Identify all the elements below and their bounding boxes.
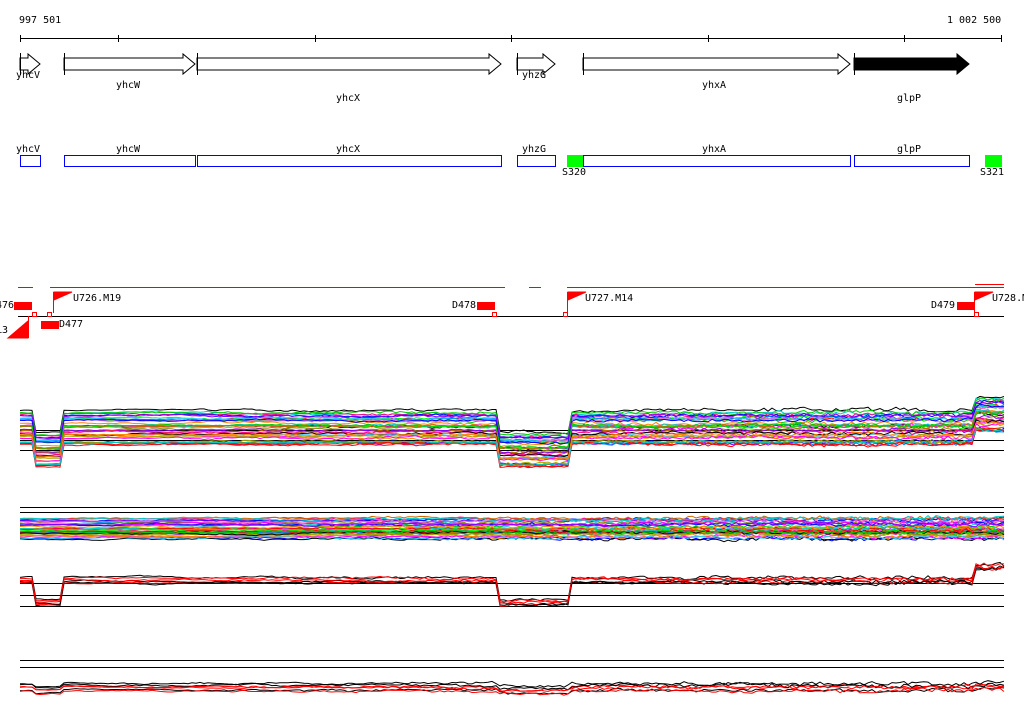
box-label: yhzG: [522, 144, 547, 155]
block-D479: [957, 302, 975, 310]
site-S320: [567, 155, 583, 167]
block-label[interactable]: D477: [59, 319, 83, 330]
block-label[interactable]: D476: [0, 300, 14, 311]
gene-arrow-yhxA[interactable]: [582, 52, 851, 76]
block-D476: [14, 302, 32, 310]
genome-browser: 997 501 1 002 500 yhcV yhcW yhcX yhzG yh…: [0, 0, 1024, 714]
block-D478: [477, 302, 495, 310]
box-label: yhcV: [16, 144, 41, 155]
gene-box-yhxA[interactable]: [583, 155, 851, 167]
gene-arrows: [19, 52, 970, 76]
box-label: yhxA: [702, 144, 727, 155]
gene-box-yhzG[interactable]: [517, 155, 556, 167]
flag-markers: [6, 291, 994, 339]
block-D477: [41, 321, 59, 329]
flag-label[interactable]: U728.M: [992, 293, 1024, 304]
gene-arrow-yhcX[interactable]: [196, 52, 502, 76]
flag-label[interactable]: U726.M19: [73, 293, 121, 304]
gene-box-yhcW[interactable]: [64, 155, 196, 167]
ruler: [20, 35, 1002, 42]
gene-boxes: [20, 155, 1002, 167]
block-label[interactable]: D478: [452, 300, 476, 311]
flag-label[interactable]: L3: [0, 325, 8, 336]
gene-label[interactable]: yhcX: [336, 93, 360, 104]
expression-traces: [19, 395, 1005, 696]
gene-box-glpP[interactable]: [854, 155, 970, 167]
feature-track: [6, 284, 1004, 339]
site-S321: [985, 155, 1002, 167]
flag-label[interactable]: U727.M14: [585, 293, 633, 304]
box-label: glpP: [897, 144, 922, 155]
gene-label[interactable]: yhcW: [116, 80, 140, 91]
gene-label[interactable]: glpP: [897, 93, 921, 104]
box-label: yhcX: [336, 144, 361, 155]
site-label: S320: [562, 167, 587, 178]
gene-arrow-yhcW[interactable]: [63, 52, 196, 76]
gene-arrow-glpP[interactable]: [853, 52, 970, 76]
browser-canvas: [6, 35, 1005, 696]
gene-box-yhcV[interactable]: [20, 155, 41, 167]
gene-label[interactable]: yhxA: [702, 80, 726, 91]
gene-label[interactable]: yhzG: [522, 70, 546, 81]
box-label: yhcW: [116, 144, 141, 155]
site-label: S321: [980, 167, 1005, 178]
gene-box-yhcX[interactable]: [197, 155, 502, 167]
gene-label[interactable]: yhcV: [16, 70, 40, 81]
block-label[interactable]: D479: [931, 300, 955, 311]
